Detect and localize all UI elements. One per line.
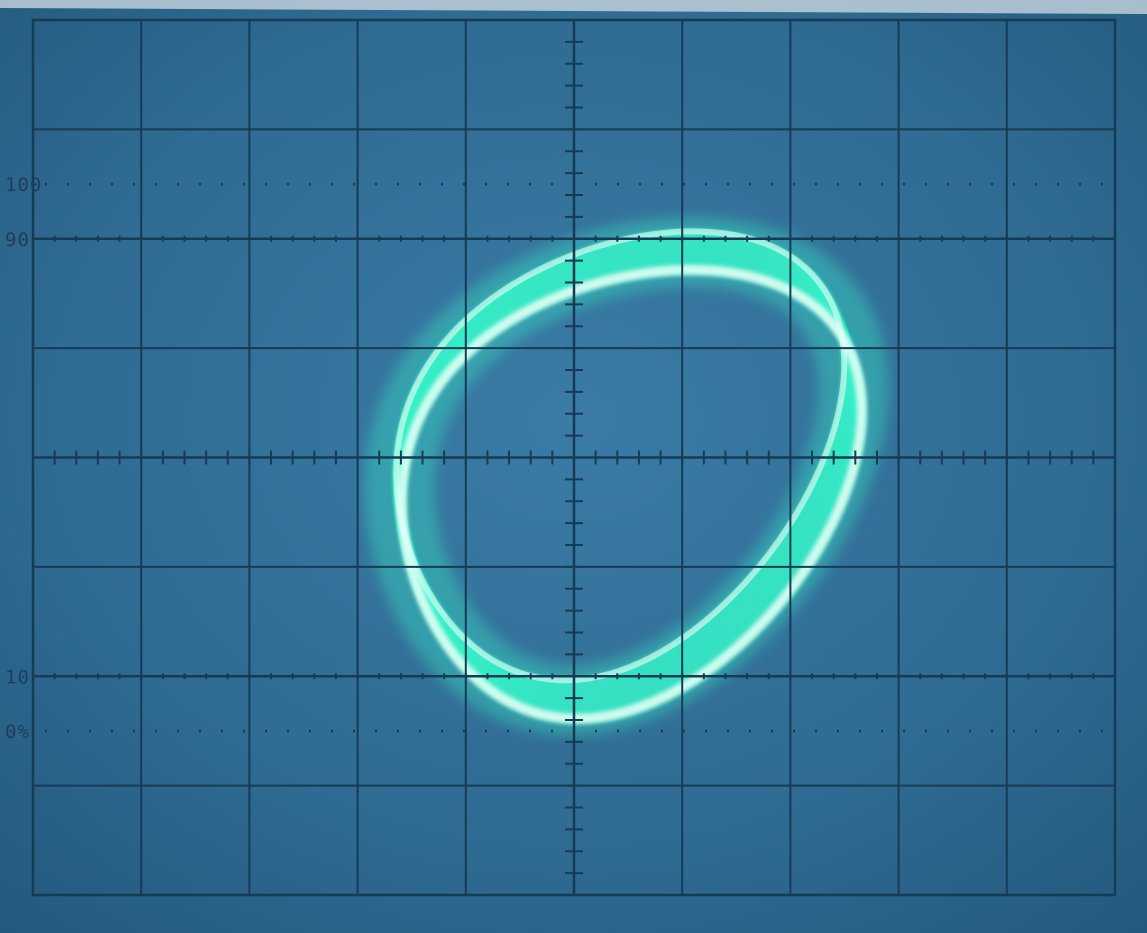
level-label: 0% <box>5 721 30 743</box>
level-label: 100 <box>5 174 42 196</box>
level-label: 90 <box>5 229 30 251</box>
oscilloscope-screen: 100 90 10 0% <box>0 0 1147 933</box>
level-label: 10 <box>5 666 30 688</box>
